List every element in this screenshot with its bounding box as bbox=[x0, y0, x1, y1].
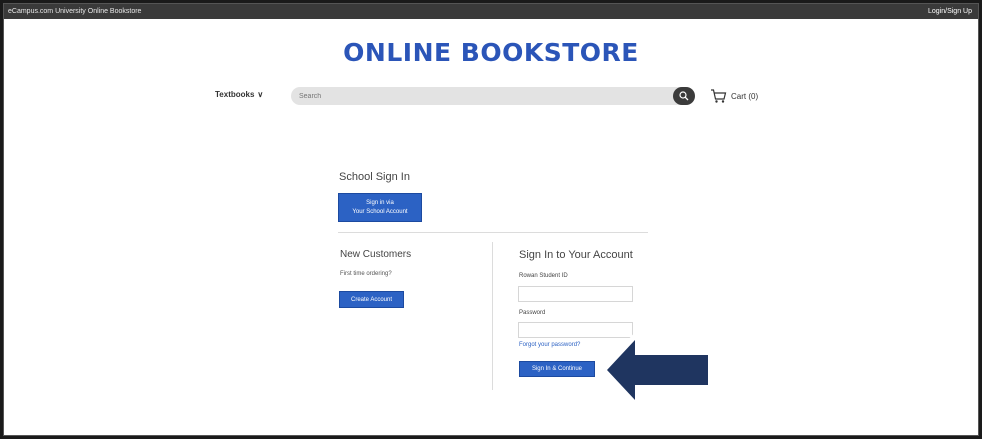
browser-frame: eCampus.com University Online Bookstore … bbox=[3, 3, 979, 436]
search-button[interactable] bbox=[673, 87, 695, 105]
arrow-left-icon bbox=[599, 327, 713, 413]
school-signin-button[interactable]: Sign in via Your School Account bbox=[338, 193, 422, 222]
login-signup-link[interactable]: Login/Sign Up bbox=[928, 4, 972, 19]
site-title: eCampus.com University Online Bookstore bbox=[8, 8, 142, 15]
student-id-label: Rowan Student ID bbox=[519, 273, 568, 279]
cart-link[interactable]: Cart (0) bbox=[710, 87, 758, 105]
signin-title: Sign In to Your Account bbox=[519, 249, 633, 261]
password-label: Password bbox=[519, 310, 546, 316]
student-id-field[interactable] bbox=[518, 286, 633, 302]
create-account-button[interactable]: Create Account bbox=[339, 291, 404, 308]
textbooks-menu[interactable]: Textbooks ∨ bbox=[215, 90, 263, 99]
search-input[interactable] bbox=[299, 87, 669, 105]
search-bar bbox=[291, 87, 695, 105]
chevron-down-icon: ∨ bbox=[257, 90, 264, 99]
nav-row: Textbooks∨ Cart (0) bbox=[4, 86, 978, 106]
column-divider bbox=[492, 242, 493, 390]
top-bar: eCampus.com University Online Bookstore … bbox=[4, 4, 978, 19]
new-customers-title: New Customers bbox=[340, 249, 412, 260]
cart-label: Cart (0) bbox=[731, 91, 759, 101]
signin-continue-button[interactable]: Sign In & Continue bbox=[519, 361, 595, 377]
school-signin-button-line1: Sign in via bbox=[366, 199, 394, 206]
first-time-prompt: First time ordering? bbox=[340, 271, 392, 277]
school-signin-button-line2: Your School Account bbox=[352, 208, 408, 215]
store-title: ONLINE BOOKSTORE bbox=[343, 38, 639, 67]
search-icon bbox=[679, 91, 689, 101]
cart-icon bbox=[711, 89, 727, 103]
textbooks-label: Textbooks bbox=[215, 90, 255, 99]
forgot-password-link[interactable]: Forgot your password? bbox=[519, 342, 580, 348]
section-divider bbox=[338, 232, 648, 233]
school-signin-title: School Sign In bbox=[339, 171, 410, 183]
